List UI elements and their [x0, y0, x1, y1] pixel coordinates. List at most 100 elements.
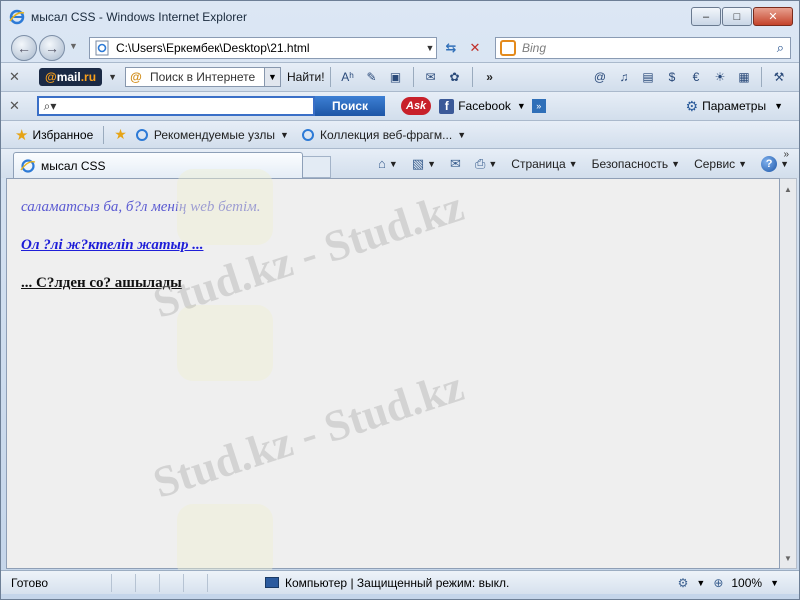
- vertical-scrollbar[interactable]: ▲ ▼: [780, 178, 797, 569]
- music-icon[interactable]: ♫: [614, 68, 634, 86]
- close-toolbar-icon[interactable]: ✕: [9, 69, 29, 85]
- ask-logo[interactable]: Ask: [401, 97, 432, 115]
- ask-search-input[interactable]: ⌕▾: [37, 96, 315, 116]
- internet-search-label[interactable]: Поиск в Интернете: [146, 70, 264, 84]
- mail-button[interactable]: ✉: [450, 156, 461, 172]
- internet-search-combo[interactable]: @ Поиск в Интернете ▼: [124, 67, 281, 87]
- status-cell: [207, 573, 231, 592]
- internet-search-dropdown-icon[interactable]: ▼: [263, 68, 280, 86]
- recommended-dropdown-icon[interactable]: ▼: [280, 130, 289, 140]
- dollar-icon[interactable]: $: [662, 68, 682, 86]
- protected-mode-dropdown-icon[interactable]: ▼: [696, 578, 705, 588]
- params-dropdown-icon[interactable]: ▼: [774, 101, 783, 111]
- find-button[interactable]: Найти!: [287, 70, 325, 84]
- ask-search-button[interactable]: Поиск: [315, 96, 385, 116]
- favorites-star-icon: ★: [15, 126, 29, 144]
- page-menu-label: Страница: [511, 156, 566, 171]
- highlight-icon[interactable]: ✎: [362, 68, 382, 86]
- back-arrow-icon: ←: [17, 40, 31, 56]
- help-icon: ?: [761, 155, 778, 172]
- help-dropdown-icon[interactable]: ▼: [780, 159, 789, 169]
- zoom-dropdown-icon[interactable]: ▼: [770, 578, 779, 588]
- params-button[interactable]: ⚙ Параметры ▼: [686, 98, 783, 115]
- window-controls: ‒ □ ✕: [690, 7, 793, 26]
- map-icon[interactable]: ▦: [734, 68, 754, 86]
- tab-current[interactable]: мысал CSS: [13, 152, 303, 178]
- safety-menu[interactable]: Безопасность ▼: [592, 157, 680, 171]
- facebook-button[interactable]: f Facebook ▼: [439, 98, 526, 114]
- watermark-text: Stud.kz - Stud.kz: [147, 361, 470, 508]
- mail-icon[interactable]: ✉: [421, 68, 441, 86]
- favorites-label: Избранное: [32, 127, 94, 142]
- more-chevron-icon[interactable]: »: [531, 99, 546, 113]
- opens-later-link[interactable]: ... С?лден со? ашылады: [21, 275, 182, 292]
- print-dropdown-icon[interactable]: ▼: [488, 159, 497, 169]
- zoom-icon[interactable]: ⊕: [713, 576, 723, 590]
- new-tab-button[interactable]: [303, 156, 331, 178]
- page-menu-dropdown-icon: ▼: [568, 158, 578, 169]
- security-zone[interactable]: Компьютер | Защищенный режим: выкл.: [265, 576, 509, 590]
- scroll-up-icon[interactable]: ▲: [780, 181, 796, 197]
- recommended-sites-link[interactable]: Рекомендуемые узлы ▼: [135, 128, 289, 142]
- maximize-icon: □: [733, 10, 741, 23]
- search-icon[interactable]: ⌕: [777, 40, 784, 56]
- favorites-bar: ★ Избранное ★ Рекомендуемые узлы ▼ Колле…: [1, 120, 799, 148]
- stop-button[interactable]: ✕: [465, 39, 485, 57]
- loading-link[interactable]: Ол ?лі ж?ктеліп жатыр ...: [21, 237, 203, 254]
- zoom-level[interactable]: 100%: [731, 576, 762, 590]
- separator: [329, 67, 331, 87]
- page-menu[interactable]: Страница ▼: [511, 157, 577, 171]
- command-overflow-icon[interactable]: »: [783, 149, 789, 160]
- feeds-button[interactable]: ▧ ▼: [412, 156, 436, 172]
- webslice-dropdown-icon[interactable]: ▼: [457, 130, 466, 140]
- forward-button[interactable]: →: [39, 35, 65, 61]
- maximize-button[interactable]: □: [722, 7, 752, 26]
- more-chevron-icon[interactable]: »: [480, 68, 500, 86]
- favorites-button[interactable]: ★ Избранное: [15, 126, 93, 144]
- watermark-logo: [177, 305, 273, 381]
- search-placeholder[interactable]: Bing: [522, 41, 777, 55]
- protected-mode-icon[interactable]: ⚙: [678, 576, 689, 590]
- home-dropdown-icon[interactable]: ▼: [389, 159, 398, 169]
- address-dropdown-icon[interactable]: ▼: [424, 43, 436, 53]
- separator: [412, 67, 414, 87]
- facebook-icon: f: [439, 98, 455, 114]
- home-button[interactable]: ⌂ ▼: [378, 156, 398, 171]
- settings-tools-icon[interactable]: ⚒: [769, 68, 789, 86]
- close-toolbar-icon[interactable]: ✕: [9, 98, 29, 114]
- mailru-dropdown-icon[interactable]: ▼: [108, 72, 117, 82]
- status-right: ⚙ ▼ ⊕ 100% ▼: [670, 576, 779, 590]
- feeds-dropdown-icon[interactable]: ▼: [427, 159, 436, 169]
- webslice-gallery-link[interactable]: Коллекция веб-фрагм... ▼: [301, 128, 466, 142]
- ie-page-icon: [20, 158, 36, 173]
- euro-icon[interactable]: €: [686, 68, 706, 86]
- print-button[interactable]: ⎙ ▼: [475, 156, 497, 172]
- facebook-dropdown-icon[interactable]: ▼: [517, 101, 526, 111]
- tools-menu[interactable]: Сервис ▼: [694, 157, 747, 171]
- add-to-favorites-bar-icon[interactable]: ★: [114, 126, 127, 143]
- separator: [103, 125, 105, 144]
- font-size-icon[interactable]: Aʰ: [338, 68, 358, 86]
- close-button[interactable]: ✕: [753, 7, 793, 26]
- mailru-logo[interactable]: @ mail .ru: [39, 68, 103, 86]
- bing-icon: [500, 40, 516, 56]
- status-text: Готово: [11, 575, 49, 590]
- scroll-down-icon[interactable]: ▼: [780, 550, 796, 566]
- minimize-button[interactable]: ‒: [691, 7, 721, 26]
- address-bar[interactable]: C:\Users\Еркембек\Desktop\21.html ▼: [89, 37, 437, 59]
- back-button[interactable]: ←: [11, 35, 37, 61]
- translate-icon[interactable]: ▣: [386, 68, 406, 86]
- at-icon[interactable]: @: [590, 68, 610, 86]
- notes-icon[interactable]: ▤: [638, 68, 658, 86]
- mailru-brand: mail: [56, 70, 81, 84]
- weather-icon[interactable]: ☀: [710, 68, 730, 86]
- recent-pages-dropdown-icon[interactable]: ▼: [69, 41, 78, 51]
- status-bar: Готово Компьютер | Защищенный режим: вык…: [1, 570, 799, 594]
- refresh-button[interactable]: ⇆: [441, 39, 461, 57]
- search-box[interactable]: Bing ⌕: [495, 37, 791, 59]
- agent-icon[interactable]: ✿: [445, 68, 465, 86]
- address-row: ← → ▼ C:\Users\Еркембек\Desktop\21.html …: [1, 33, 799, 61]
- ie-logo-icon: [9, 9, 25, 25]
- address-url[interactable]: C:\Users\Еркембек\Desktop\21.html: [116, 41, 424, 55]
- page-content: саламатсыз ба, б?л менің web бетім. Ол ?…: [6, 169, 780, 580]
